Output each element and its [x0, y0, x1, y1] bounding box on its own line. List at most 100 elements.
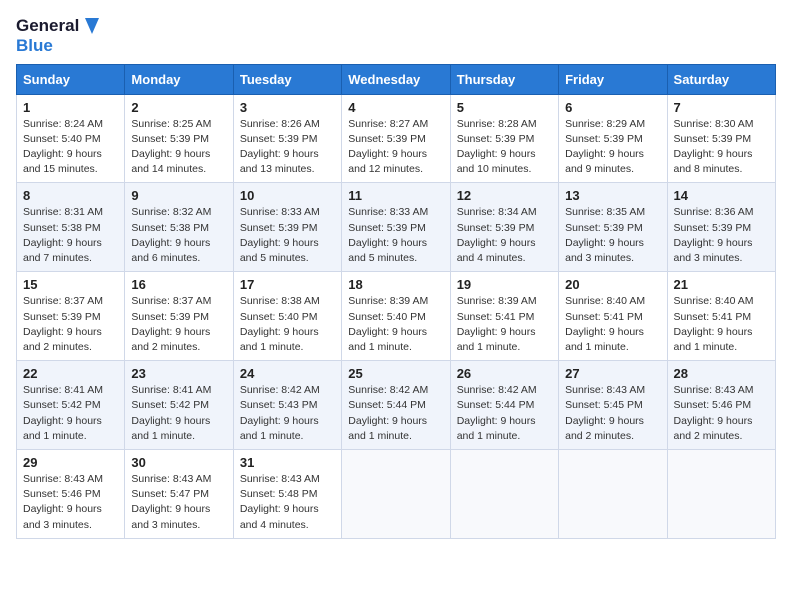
day-info: Sunrise: 8:32 AMSunset: 5:38 PMDaylight:… [131, 205, 226, 266]
calendar-day-22: 22Sunrise: 8:41 AMSunset: 5:42 PMDayligh… [17, 361, 125, 450]
calendar-day-1: 1 Sunrise: 8:24 AMSunset: 5:40 PMDaylight… [17, 94, 125, 183]
calendar-day-28: 28 Sunrise: 8:43 AMSunset: 5:46 PMDayligh… [667, 361, 775, 450]
day-info: Sunrise: 8:24 AMSunset: 5:40 PMDaylight:… [23, 117, 118, 178]
day-info: Sunrise: 8:29 AMSunset: 5:39 PMDaylight:… [565, 117, 660, 178]
page-header: General Blue [16, 16, 776, 56]
weekday-header-tuesday: Tuesday [233, 64, 341, 94]
calendar-table: SundayMondayTuesdayWednesdayThursdayFrid… [16, 64, 776, 539]
day-info: Sunrise: 8:43 AMSunset: 5:46 PMDaylight:… [674, 383, 769, 444]
day-number: 6 [565, 100, 660, 115]
day-number: 8 [23, 188, 118, 203]
day-info: Sunrise: 8:37 AMSunset: 5:39 PMDaylight:… [23, 294, 118, 355]
day-number: 5 [457, 100, 552, 115]
weekday-header-sunday: Sunday [17, 64, 125, 94]
calendar-day-2: 2Sunrise: 8:25 AMSunset: 5:39 PMDaylight… [125, 94, 233, 183]
day-info: Sunrise: 8:36 AMSunset: 5:39 PMDaylight:… [674, 205, 769, 266]
day-info: Sunrise: 8:37 AMSunset: 5:39 PMDaylight:… [131, 294, 226, 355]
day-number: 18 [348, 277, 443, 292]
day-number: 7 [674, 100, 769, 115]
calendar-week-3: 15 Sunrise: 8:37 AMSunset: 5:39 PMDayligh… [17, 272, 776, 361]
calendar-day-19: 19 Sunrise: 8:39 AMSunset: 5:41 PMDayligh… [450, 272, 558, 361]
calendar-day-4: 4 Sunrise: 8:27 AMSunset: 5:39 PMDaylight… [342, 94, 450, 183]
calendar-day-20: 20Sunrise: 8:40 AMSunset: 5:41 PMDayligh… [559, 272, 667, 361]
day-info: Sunrise: 8:30 AMSunset: 5:39 PMDaylight:… [674, 117, 769, 178]
empty-cell [450, 450, 558, 539]
calendar-day-7: 7 Sunrise: 8:30 AMSunset: 5:39 PMDaylight… [667, 94, 775, 183]
day-info: Sunrise: 8:40 AMSunset: 5:41 PMDaylight:… [565, 294, 660, 355]
day-info: Sunrise: 8:43 AMSunset: 5:45 PMDaylight:… [565, 383, 660, 444]
day-number: 28 [674, 366, 769, 381]
day-number: 15 [23, 277, 118, 292]
day-info: Sunrise: 8:42 AMSunset: 5:44 PMDaylight:… [457, 383, 552, 444]
day-info: Sunrise: 8:33 AMSunset: 5:39 PMDaylight:… [348, 205, 443, 266]
calendar-day-31: 31 Sunrise: 8:43 AMSunset: 5:48 PMDayligh… [233, 450, 341, 539]
day-info: Sunrise: 8:34 AMSunset: 5:39 PMDaylight:… [457, 205, 552, 266]
calendar-day-18: 18 Sunrise: 8:39 AMSunset: 5:40 PMDayligh… [342, 272, 450, 361]
calendar-day-15: 15 Sunrise: 8:37 AMSunset: 5:39 PMDayligh… [17, 272, 125, 361]
day-number: 1 [23, 100, 118, 115]
day-info: Sunrise: 8:28 AMSunset: 5:39 PMDaylight:… [457, 117, 552, 178]
calendar-day-9: 9 Sunrise: 8:32 AMSunset: 5:38 PMDaylight… [125, 183, 233, 272]
weekday-header-thursday: Thursday [450, 64, 558, 94]
calendar-day-26: 26Sunrise: 8:42 AMSunset: 5:44 PMDayligh… [450, 361, 558, 450]
day-number: 11 [348, 188, 443, 203]
day-info: Sunrise: 8:39 AMSunset: 5:40 PMDaylight:… [348, 294, 443, 355]
calendar-day-21: 21 Sunrise: 8:40 AMSunset: 5:41 PMDayligh… [667, 272, 775, 361]
calendar-day-5: 5 Sunrise: 8:28 AMSunset: 5:39 PMDaylight… [450, 94, 558, 183]
day-info: Sunrise: 8:40 AMSunset: 5:41 PMDaylight:… [674, 294, 769, 355]
weekday-header-row: SundayMondayTuesdayWednesdayThursdayFrid… [17, 64, 776, 94]
day-info: Sunrise: 8:39 AMSunset: 5:41 PMDaylight:… [457, 294, 552, 355]
calendar-day-16: 16 Sunrise: 8:37 AMSunset: 5:39 PMDayligh… [125, 272, 233, 361]
day-number: 30 [131, 455, 226, 470]
day-number: 4 [348, 100, 443, 115]
day-info: Sunrise: 8:31 AMSunset: 5:38 PMDaylight:… [23, 205, 118, 266]
calendar-day-25: 25 Sunrise: 8:42 AMSunset: 5:44 PMDayligh… [342, 361, 450, 450]
calendar-day-11: 11 Sunrise: 8:33 AMSunset: 5:39 PMDayligh… [342, 183, 450, 272]
weekday-header-saturday: Saturday [667, 64, 775, 94]
day-number: 12 [457, 188, 552, 203]
day-number: 14 [674, 188, 769, 203]
day-number: 9 [131, 188, 226, 203]
day-number: 31 [240, 455, 335, 470]
calendar-day-8: 8 Sunrise: 8:31 AMSunset: 5:38 PMDaylight… [17, 183, 125, 272]
day-info: Sunrise: 8:26 AMSunset: 5:39 PMDaylight:… [240, 117, 335, 178]
day-info: Sunrise: 8:33 AMSunset: 5:39 PMDaylight:… [240, 205, 335, 266]
day-info: Sunrise: 8:35 AMSunset: 5:39 PMDaylight:… [565, 205, 660, 266]
weekday-header-friday: Friday [559, 64, 667, 94]
empty-cell [559, 450, 667, 539]
day-number: 24 [240, 366, 335, 381]
calendar-day-27: 27Sunrise: 8:43 AMSunset: 5:45 PMDayligh… [559, 361, 667, 450]
calendar-day-10: 10Sunrise: 8:33 AMSunset: 5:39 PMDayligh… [233, 183, 341, 272]
day-number: 25 [348, 366, 443, 381]
day-number: 13 [565, 188, 660, 203]
day-number: 19 [457, 277, 552, 292]
day-info: Sunrise: 8:38 AMSunset: 5:40 PMDaylight:… [240, 294, 335, 355]
day-number: 23 [131, 366, 226, 381]
calendar-week-5: 29Sunrise: 8:43 AMSunset: 5:46 PMDayligh… [17, 450, 776, 539]
day-info: Sunrise: 8:43 AMSunset: 5:47 PMDaylight:… [131, 472, 226, 533]
weekday-header-monday: Monday [125, 64, 233, 94]
calendar-day-6: 6 Sunrise: 8:29 AMSunset: 5:39 PMDaylight… [559, 94, 667, 183]
calendar-day-14: 14 Sunrise: 8:36 AMSunset: 5:39 PMDayligh… [667, 183, 775, 272]
day-number: 16 [131, 277, 226, 292]
day-info: Sunrise: 8:43 AMSunset: 5:48 PMDaylight:… [240, 472, 335, 533]
calendar-week-1: 1 Sunrise: 8:24 AMSunset: 5:40 PMDaylight… [17, 94, 776, 183]
calendar-day-3: 3 Sunrise: 8:26 AMSunset: 5:39 PMDaylight… [233, 94, 341, 183]
empty-cell [342, 450, 450, 539]
day-info: Sunrise: 8:41 AMSunset: 5:42 PMDaylight:… [23, 383, 118, 444]
day-number: 17 [240, 277, 335, 292]
day-info: Sunrise: 8:42 AMSunset: 5:44 PMDaylight:… [348, 383, 443, 444]
empty-cell [667, 450, 775, 539]
calendar-week-2: 8 Sunrise: 8:31 AMSunset: 5:38 PMDaylight… [17, 183, 776, 272]
day-info: Sunrise: 8:42 AMSunset: 5:43 PMDaylight:… [240, 383, 335, 444]
calendar-day-29: 29Sunrise: 8:43 AMSunset: 5:46 PMDayligh… [17, 450, 125, 539]
day-info: Sunrise: 8:25 AMSunset: 5:39 PMDaylight:… [131, 117, 226, 178]
day-info: Sunrise: 8:41 AMSunset: 5:42 PMDaylight:… [131, 383, 226, 444]
calendar-day-23: 23 Sunrise: 8:41 AMSunset: 5:42 PMDayligh… [125, 361, 233, 450]
day-info: Sunrise: 8:27 AMSunset: 5:39 PMDaylight:… [348, 117, 443, 178]
logo: General Blue [16, 16, 101, 56]
day-number: 3 [240, 100, 335, 115]
day-number: 21 [674, 277, 769, 292]
calendar-day-13: 13 Sunrise: 8:35 AMSunset: 5:39 PMDayligh… [559, 183, 667, 272]
calendar-day-24: 24 Sunrise: 8:42 AMSunset: 5:43 PMDayligh… [233, 361, 341, 450]
